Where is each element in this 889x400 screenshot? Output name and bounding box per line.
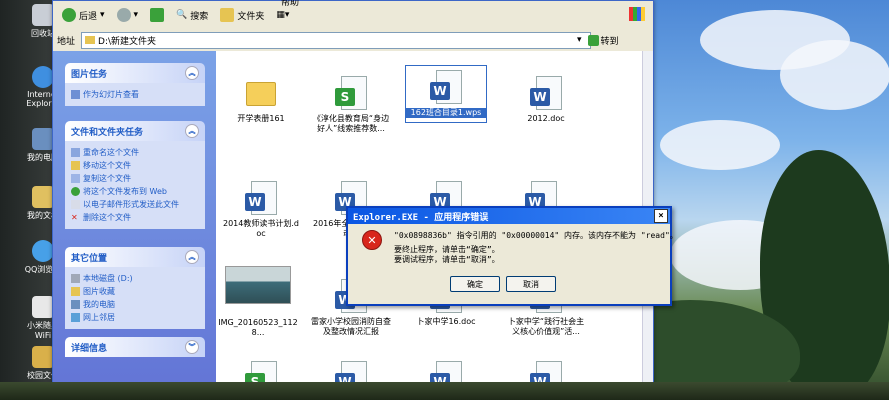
views-icon: ▦▾	[276, 10, 290, 20]
views-button[interactable]: ▦▾	[273, 8, 292, 22]
windows-logo-icon	[629, 7, 645, 21]
folder-icon	[246, 82, 276, 106]
task-pane: 图片任务 ︽ 作为幻灯片查看 文件和文件夹任务 ︽ 重命名这个文件 移动这个文件…	[53, 51, 216, 386]
rename-icon	[71, 148, 80, 157]
cloud	[660, 120, 780, 170]
task-email[interactable]: 以电子邮件形式发送此文件	[71, 199, 199, 210]
word-doc-icon: W	[245, 181, 277, 217]
file-item[interactable]: W 2012.doc	[506, 76, 586, 124]
collapse-icon[interactable]: ︽	[185, 66, 199, 80]
recycle-bin-icon	[32, 4, 54, 26]
file-item[interactable]: 开学表册161	[221, 76, 301, 124]
panel-header[interactable]: 其它位置 ︽	[65, 247, 205, 267]
ok-button[interactable]: 确定	[450, 276, 500, 292]
computer-icon	[32, 128, 54, 150]
place-network[interactable]: 网上邻居	[71, 312, 199, 323]
spreadsheet-icon: S	[335, 76, 367, 112]
address-bar: 地址 D:\新建文件夹 ▾ 转到	[53, 29, 653, 52]
panel-header[interactable]: 详细信息 ︾	[65, 337, 205, 357]
word-doc-icon: W	[430, 70, 462, 106]
disk-icon	[71, 274, 80, 283]
slideshow-icon	[71, 90, 80, 99]
file-item[interactable]: W 2014教师读书计划.doc	[221, 181, 301, 239]
chevron-down-icon[interactable]: ▾	[577, 35, 582, 45]
folder-icon	[85, 36, 96, 44]
search-button[interactable]: 🔍 搜索	[173, 7, 211, 24]
chevron-down-icon: ▾	[133, 10, 139, 20]
copy-icon	[71, 174, 80, 183]
place-pictures[interactable]: 图片收藏	[71, 286, 199, 297]
expand-icon[interactable]: ︾	[185, 340, 199, 354]
up-button[interactable]	[147, 6, 167, 24]
go-button[interactable]: 转到	[587, 34, 619, 47]
taskbar-edge	[0, 382, 889, 400]
back-arrow-icon	[62, 8, 76, 22]
folder-icon	[32, 346, 54, 368]
error-dialog: Explorer.EXE - 应用程序错误 × ✕ "0x0898836b" 指…	[346, 206, 678, 306]
help-menu[interactable]: 帮助	[278, 0, 302, 10]
file-tasks-panel: 文件和文件夹任务 ︽ 重命名这个文件 移动这个文件 复制这个文件 将这个文件发布…	[65, 121, 205, 229]
task-slideshow[interactable]: 作为幻灯片查看	[71, 89, 199, 100]
file-item[interactable]: IMG_20160523_1128...	[218, 266, 298, 338]
task-move[interactable]: 移动这个文件	[71, 160, 199, 171]
move-icon	[71, 161, 80, 170]
cloud	[780, 40, 889, 110]
collapse-icon[interactable]: ︽	[185, 250, 199, 264]
place-my-computer[interactable]: 我的电脑	[71, 299, 199, 310]
place-local-disk[interactable]: 本地磁盘 (D:)	[71, 273, 199, 284]
panel-header[interactable]: 图片任务 ︽	[65, 63, 205, 83]
details-panel: 详细信息 ︾	[65, 337, 205, 357]
file-item-selected[interactable]: W 162班合目录1.wps	[405, 65, 487, 123]
network-icon	[71, 313, 80, 322]
internet-explorer-icon	[32, 66, 54, 88]
pictures-folder-icon	[71, 287, 80, 296]
task-rename[interactable]: 重命名这个文件	[71, 147, 199, 158]
toolbar: 后退 ▾ ▾ 🔍 搜索 文件夹 ▦▾ 帮助	[53, 0, 653, 30]
delete-icon: ✕	[71, 213, 78, 222]
folders-icon	[220, 8, 235, 22]
folders-button[interactable]: 文件夹	[217, 6, 267, 24]
forward-arrow-icon	[116, 8, 131, 22]
task-copy[interactable]: 复制这个文件	[71, 173, 199, 184]
task-delete[interactable]: ✕ 删除这个文件	[71, 212, 199, 223]
go-arrow-icon	[587, 34, 599, 46]
task-publish-web[interactable]: 将这个文件发布到 Web	[71, 186, 199, 197]
close-button[interactable]: ×	[654, 209, 668, 223]
explorer-window: 后退 ▾ ▾ 🔍 搜索 文件夹 ▦▾ 帮助 地址 D:\新建文件夹 ▾ 转到 图…	[52, 0, 654, 395]
globe-icon	[71, 187, 80, 196]
word-doc-icon: W	[530, 76, 562, 112]
file-item[interactable]: S 《淳化县教育局“身边好人”线索推荐数...	[311, 76, 391, 134]
email-icon	[71, 200, 80, 209]
other-places-panel: 其它位置 ︽ 本地磁盘 (D:) 图片收藏 我的电脑 网上邻居	[65, 247, 205, 329]
chevron-down-icon: ▾	[100, 10, 105, 20]
qq-browser-icon	[32, 240, 54, 262]
debug-instruction: 要调试程序，请单击“取消”。	[394, 255, 500, 264]
folder-up-icon	[150, 8, 165, 22]
dialog-title-bar[interactable]: Explorer.EXE - 应用程序错误 ×	[348, 208, 670, 224]
documents-icon	[32, 186, 54, 208]
search-icon: 🔍	[176, 10, 188, 20]
back-button[interactable]: 后退 ▾	[59, 6, 108, 24]
error-icon: ✕	[362, 230, 382, 250]
image-thumbnail	[225, 266, 291, 304]
error-message: "0x0898836b" 指令引用的 "0x00000014" 内存。该内存不能…	[394, 231, 678, 240]
computer-icon	[71, 300, 80, 309]
panel-header[interactable]: 文件和文件夹任务 ︽	[65, 121, 205, 141]
picture-tasks-panel: 图片任务 ︽ 作为幻灯片查看	[65, 63, 205, 106]
wifi-icon	[32, 296, 54, 318]
forward-button[interactable]: ▾	[114, 6, 142, 24]
address-field[interactable]: D:\新建文件夹	[81, 31, 592, 49]
collapse-icon[interactable]: ︽	[185, 124, 199, 138]
cancel-button[interactable]: 取消	[506, 276, 556, 292]
